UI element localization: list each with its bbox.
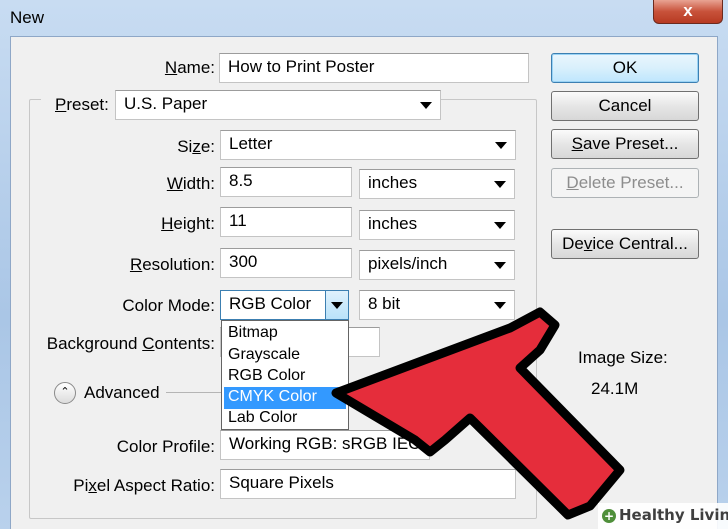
plus-icon: +: [602, 509, 616, 523]
red-arrow-annotation: [331, 307, 625, 520]
arrow-shape: [331, 307, 625, 520]
healthy-living-watermark: +Healthy Living: [598, 503, 728, 529]
new-document-dialog: New x Name: How to Print Poster Preset: …: [0, 0, 728, 529]
watermark-text: Healthy Living: [619, 506, 728, 524]
